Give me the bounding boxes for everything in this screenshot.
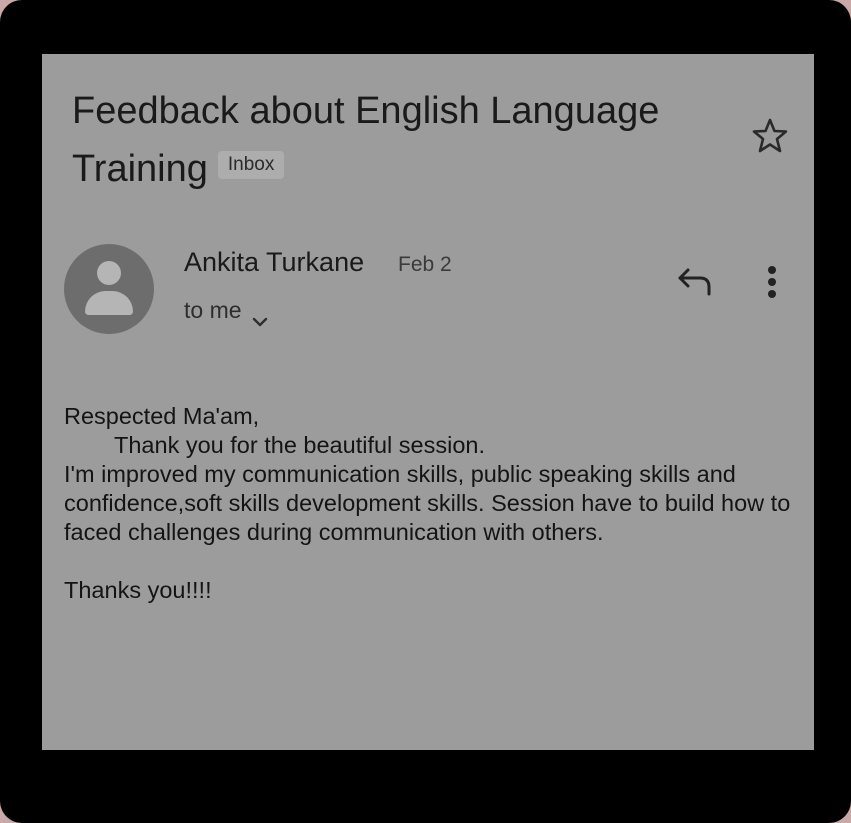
email-date: Feb 2 — [398, 253, 452, 276]
inbox-label-badge[interactable]: Inbox — [217, 150, 285, 179]
subject-text: Feedback about English Language Training — [72, 90, 660, 190]
body-closing: Thanks you!!!! — [64, 577, 212, 603]
chevron-down-icon — [252, 305, 268, 327]
more-dot — [768, 266, 776, 274]
recipient-details-toggle[interactable]: to me — [184, 294, 268, 327]
body-paragraph: I'm improved my communication skills, pu… — [64, 461, 791, 545]
recipient-text: to me — [184, 297, 242, 323]
more-dot — [768, 278, 776, 286]
email-subject: Feedback about English Language Training… — [72, 82, 732, 198]
star-icon[interactable] — [750, 116, 790, 156]
email-view: Feedback about English Language Training… — [42, 54, 814, 750]
reply-icon[interactable] — [676, 266, 714, 298]
avatar-body-shape — [85, 291, 133, 315]
body-greeting: Respected Ma'am, — [64, 403, 260, 429]
device-frame: Feedback about English Language Training… — [0, 0, 851, 823]
avatar-head-shape — [97, 261, 121, 285]
more-dot — [768, 290, 776, 298]
email-body: Respected Ma'am, Thank you for the beaut… — [64, 402, 804, 605]
sender-avatar-icon[interactable] — [64, 244, 154, 334]
body-thanks-line: Thank you for the beautiful session. — [114, 432, 485, 458]
sender-name[interactable]: Ankita Turkane — [184, 244, 364, 280]
more-options-icon[interactable] — [760, 262, 784, 302]
